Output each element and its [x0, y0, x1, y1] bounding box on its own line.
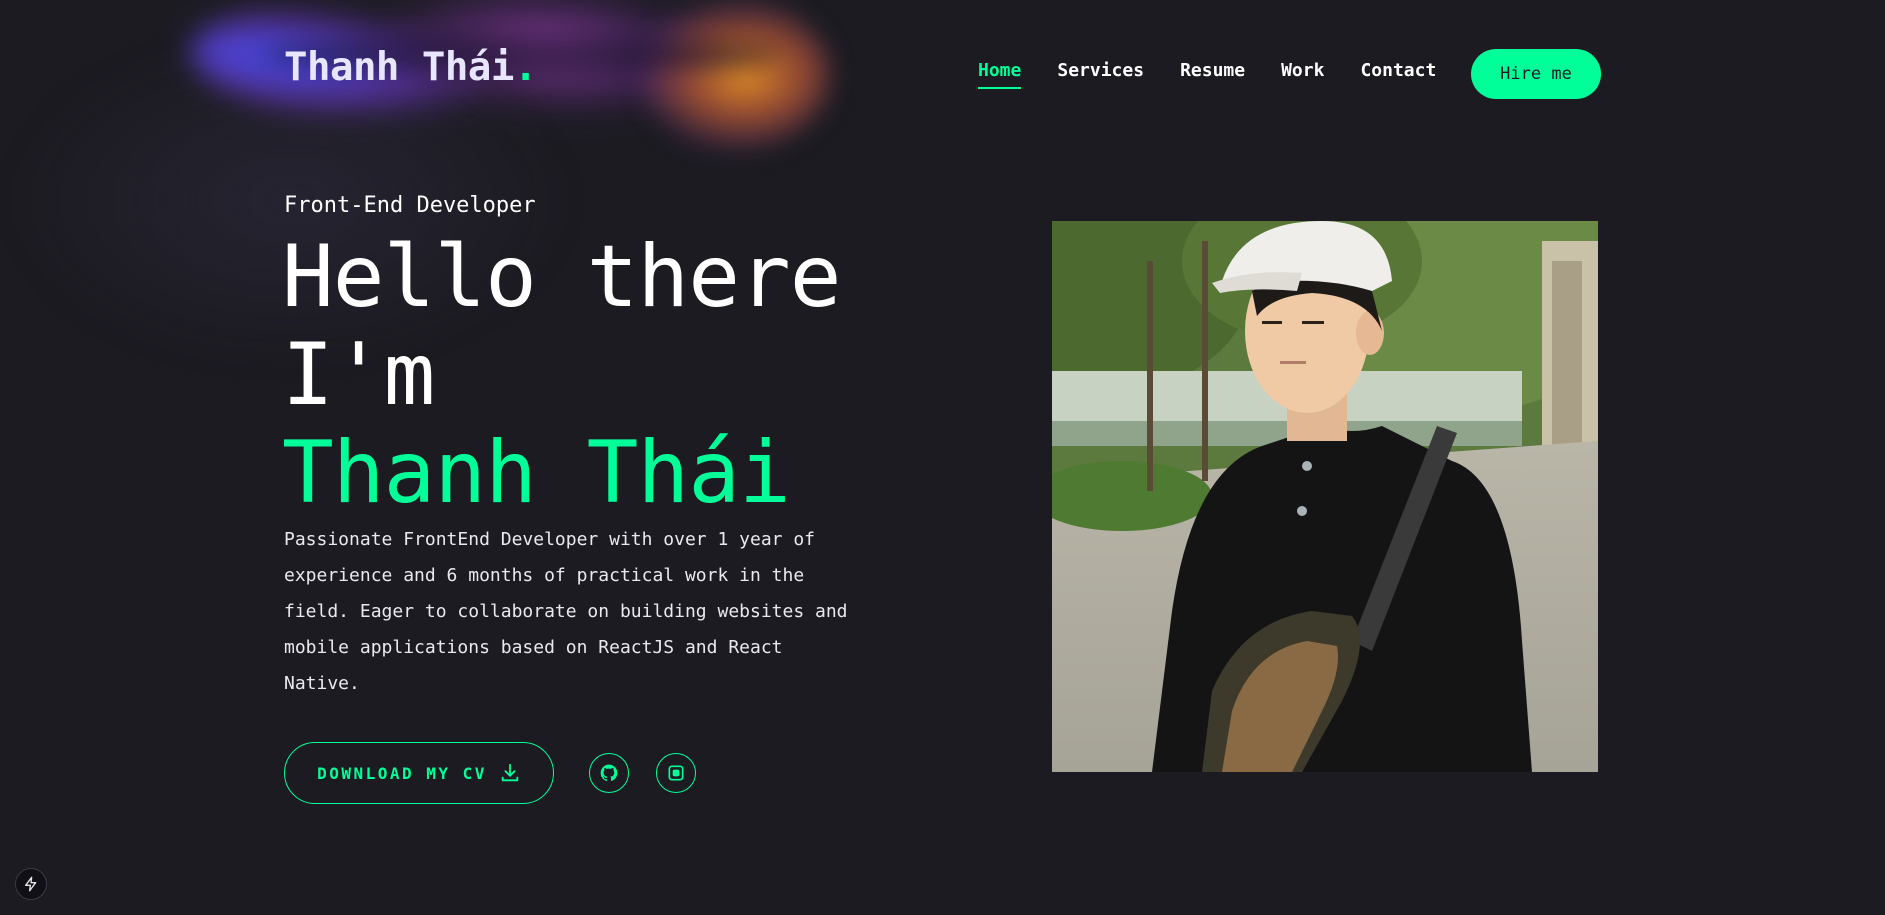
square-dot-icon	[668, 765, 684, 781]
decorative-glow	[10, 0, 890, 360]
bio-text: Passionate FrontEnd Developer with over …	[284, 529, 848, 694]
hero-headline: Hello there I'm Thanh Thái	[282, 227, 842, 523]
portrait-image	[1052, 221, 1598, 772]
headline-im: I'm	[282, 325, 435, 425]
download-cv-button[interactable]: DOWNLOAD MY CV	[284, 742, 554, 804]
social-link-2[interactable]	[656, 753, 696, 793]
portrait-photo	[1052, 221, 1598, 772]
hire-me-button[interactable]: Hire me	[1471, 49, 1601, 99]
nav-item-work[interactable]: Work	[1281, 60, 1324, 89]
page: Thanh Thái. Home Services Resume Work Co…	[0, 0, 1885, 915]
logo-text: Thanh Thái	[284, 45, 514, 90]
main-nav: Home Services Resume Work Contact	[978, 60, 1436, 89]
github-link[interactable]	[589, 753, 629, 793]
nav-item-resume[interactable]: Resume	[1180, 60, 1245, 89]
role-title: Front-End Developer	[284, 193, 536, 218]
nav-item-services[interactable]: Services	[1057, 60, 1144, 89]
github-icon	[600, 764, 618, 781]
nav-item-home[interactable]: Home	[978, 60, 1022, 89]
nav-item-contact[interactable]: Contact	[1360, 60, 1436, 89]
download-cv-label: DOWNLOAD MY CV	[317, 763, 487, 783]
logo[interactable]: Thanh Thái.	[284, 48, 537, 87]
headline-greeting: Hello there	[282, 227, 842, 327]
lightning-icon	[25, 876, 37, 892]
logo-dot: .	[513, 45, 537, 90]
headline-name: Thanh Thái	[282, 423, 791, 523]
dev-tools-button[interactable]	[15, 868, 47, 900]
download-icon	[501, 763, 519, 782]
